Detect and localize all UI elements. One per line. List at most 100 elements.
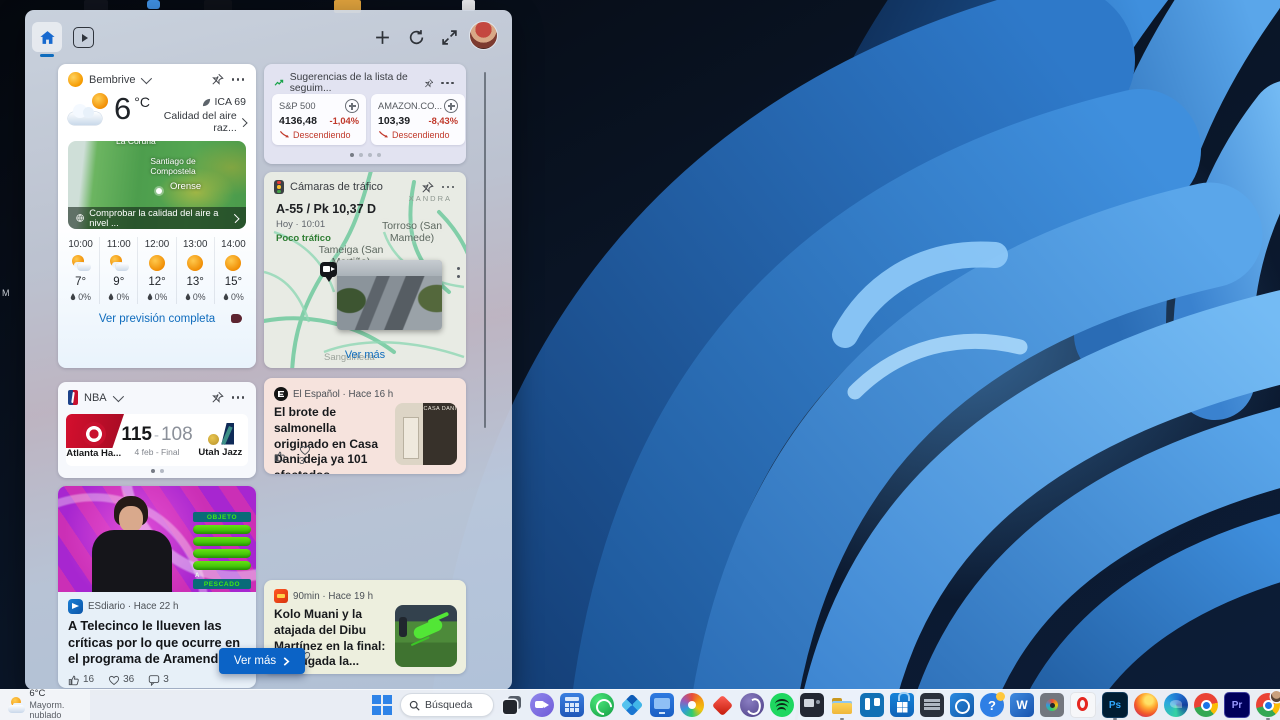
nba-widget[interactable]: NBA Atlanta Ha... 115-108 4 feb - Final: [58, 382, 256, 478]
pin-icon[interactable]: [211, 73, 224, 86]
nba-game-card[interactable]: Atlanta Ha... 115-108 4 feb - Final Utah…: [66, 414, 248, 466]
paint-icon[interactable]: [680, 693, 704, 717]
chrome-icon[interactable]: [1194, 693, 1218, 717]
refresh-button[interactable]: [408, 29, 425, 46]
start-button[interactable]: [370, 693, 394, 717]
task-view-button[interactable]: [500, 693, 524, 717]
more-options-icon[interactable]: [440, 184, 457, 191]
add-to-watchlist-icon[interactable]: [444, 99, 458, 113]
hour-column[interactable]: 11:00 9° 0%: [99, 237, 137, 304]
home-score: 115: [121, 424, 152, 445]
taskbar-weather-button[interactable]: 6°C Mayorm. nublado: [0, 690, 90, 720]
air-quality-map-cta[interactable]: Comprobar la calidad del aire a nivel ..…: [68, 207, 246, 229]
weather-sun-icon: [68, 72, 83, 87]
esdiario-logo-icon: [68, 599, 83, 614]
map-town-label: Torroso (San Mamede): [366, 220, 458, 244]
keyboard-app-icon[interactable]: [920, 693, 944, 717]
more-options-icon[interactable]: [230, 394, 247, 401]
chevron-right-icon: [230, 213, 239, 222]
like-button[interactable]: 16: [68, 674, 94, 686]
air-quality-map[interactable]: La Coruña Santiago de Compostela Orense …: [68, 141, 246, 229]
edge-icon[interactable]: [1164, 693, 1188, 717]
sun-icon: [225, 255, 241, 271]
weather-widget[interactable]: Bembrive 6 °C ICA 69 Calidad del aire ra…: [58, 64, 256, 368]
pagination-dots[interactable]: [264, 153, 466, 157]
hour-column[interactable]: 10:00 7° 0%: [62, 237, 99, 304]
word-icon[interactable]: W: [1010, 693, 1034, 717]
camera-app-icon[interactable]: [1040, 693, 1064, 717]
chevron-right-icon[interactable]: [238, 117, 247, 126]
trello-icon[interactable]: [860, 693, 884, 717]
panel-scrollbar[interactable]: [484, 72, 486, 428]
expand-button[interactable]: [441, 29, 458, 46]
profile-avatar: [1271, 691, 1280, 702]
screenshot-tool-icon[interactable]: [800, 693, 824, 717]
teams-chat-icon[interactable]: [530, 693, 554, 717]
widgets-video-tab[interactable]: [73, 27, 94, 48]
hour-column[interactable]: 14:00 15° 0%: [214, 237, 252, 304]
kodi-icon[interactable]: [620, 693, 644, 717]
chrome-profile-icon[interactable]: [1256, 693, 1280, 717]
sun-cloud-icon: [109, 255, 129, 271]
premiere-icon[interactable]: Pr: [1224, 692, 1250, 718]
heart-icon: [108, 674, 120, 686]
remote-desktop-icon[interactable]: [650, 693, 674, 717]
outlook-icon[interactable]: [950, 693, 974, 717]
nba-title: NBA: [84, 392, 107, 404]
pin-icon[interactable]: [211, 391, 224, 404]
traffic-more-link[interactable]: Ver más: [264, 349, 466, 361]
traffic-camera-marker[interactable]: [320, 262, 337, 277]
pin-icon[interactable]: [424, 77, 434, 90]
news-card-elespanol[interactable]: El Español · Hace 16 h El brote de salmo…: [264, 378, 466, 474]
whatsapp-icon[interactable]: [590, 693, 614, 717]
bittorrent-icon[interactable]: [740, 693, 764, 717]
see-more-button[interactable]: Ver más: [219, 648, 305, 674]
get-help-icon[interactable]: ?: [980, 693, 1004, 717]
chevron-down-icon[interactable]: [112, 390, 123, 401]
map-cta-label: Comprobar la calidad del aire a nivel ..…: [89, 208, 222, 228]
traffic-camera-snapshot[interactable]: [337, 260, 442, 330]
map-label: Santiago de Compostela: [138, 157, 208, 177]
more-options-icon[interactable]: [230, 76, 247, 83]
hour-column[interactable]: 13:00 13° 0%: [176, 237, 214, 304]
camera-pagination-dots[interactable]: [457, 262, 460, 283]
pin-icon[interactable]: [421, 181, 434, 194]
trending-icon: [274, 77, 284, 90]
widgets-home-tab[interactable]: [32, 22, 62, 52]
traffic-title: Cámaras de tráfico: [290, 181, 383, 193]
pagination-dots[interactable]: [58, 469, 256, 473]
hour-column[interactable]: 12:00 12° 0%: [137, 237, 175, 304]
stock-card[interactable]: AMAZON.CO... 103,39-8,43% Descendiendo: [371, 94, 465, 145]
chevron-down-icon[interactable]: [141, 72, 152, 83]
stock-card[interactable]: S&P 500 4136,48-1,04% Descendiendo: [272, 94, 366, 145]
comment-button[interactable]: 3: [148, 674, 169, 686]
like-button[interactable]: [274, 450, 286, 462]
droplet-icon: [108, 293, 114, 301]
away-score: 108: [161, 424, 193, 445]
heart-button[interactable]: 3: [299, 444, 311, 467]
taskbar-search[interactable]: Búsqueda: [400, 693, 494, 717]
stocks-widget[interactable]: Sugerencias de la lista de seguim... S&P…: [264, 64, 466, 164]
traffic-widget[interactable]: Cámaras de tráfico XANDRA A-55 / Pk 10,3…: [264, 172, 466, 368]
photoshop-icon[interactable]: Ps: [1102, 692, 1128, 718]
taskbar-temp: 6°C: [29, 689, 78, 700]
diamond-app-icon[interactable]: [710, 693, 734, 717]
opera-icon[interactable]: [1070, 692, 1096, 718]
heart-button[interactable]: 36: [108, 674, 134, 686]
desktop-icon-label-fragment: M: [2, 288, 10, 298]
taskbar-icons: Búsqueda ? W Ps Pr: [370, 692, 1280, 718]
firefox-icon[interactable]: [1134, 693, 1158, 717]
hourly-forecast: 10:00 7° 0% 11:00 9° 0% 12:00 12° 0%: [62, 237, 252, 304]
board-label: PESCADO: [193, 579, 251, 589]
add-widget-button[interactable]: [374, 29, 391, 46]
weather-condition-icon: [68, 93, 112, 127]
file-explorer-icon[interactable]: [830, 693, 854, 717]
add-to-watchlist-icon[interactable]: [345, 99, 359, 113]
spotify-icon[interactable]: [770, 693, 794, 717]
microsoft-store-icon[interactable]: [890, 693, 914, 717]
full-forecast-link[interactable]: Ver previsión completa: [58, 313, 256, 325]
calculator-icon[interactable]: [560, 693, 584, 717]
more-options-icon[interactable]: [439, 80, 456, 87]
user-avatar[interactable]: [470, 22, 497, 49]
descending-arrow-icon: [279, 130, 290, 140]
